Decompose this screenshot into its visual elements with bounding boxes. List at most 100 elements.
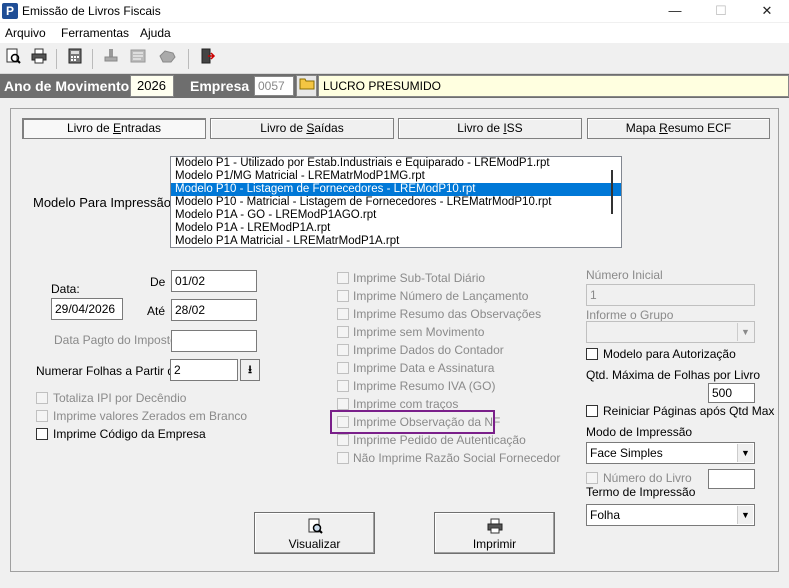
checkbox[interactable] — [337, 452, 349, 464]
middle-check-label: Imprime Resumo das Observações — [353, 307, 542, 321]
empresa-label: Empresa — [190, 78, 250, 94]
modelo-label: Modelo Para Impressão — [33, 195, 172, 210]
visualizar-label: Visualizar — [288, 537, 341, 551]
pagto-label: Data Pagto do Imposto — [54, 333, 177, 347]
middle-check-label: Imprime Pedido de Autenticação — [353, 433, 526, 447]
maximize-button[interactable]: ☐ — [698, 0, 744, 22]
chevron-down-icon: ▼ — [737, 444, 753, 462]
preview-icon — [255, 517, 374, 535]
checkbox[interactable] — [337, 290, 349, 302]
empresa-code-field[interactable]: 0057 — [254, 76, 294, 96]
list-item[interactable]: Modelo P1A - LREModP1A.rpt — [171, 222, 621, 235]
informe-grupo-label: Informe o Grupo — [586, 308, 674, 322]
middle-check-label: Imprime Resumo IVA (GO) — [353, 379, 496, 393]
de-label: De — [150, 275, 166, 289]
highlight-box — [330, 410, 495, 434]
minimize-button[interactable]: — — [652, 0, 698, 22]
numerar-label: Numerar Folhas a Partir de — [36, 364, 181, 378]
open-folder-icon[interactable] — [296, 75, 317, 97]
modelo-autorizacao-label: Modelo para Autorização — [603, 347, 736, 361]
middle-check-label: Não Imprime Razão Social Fornecedor — [353, 451, 561, 465]
zerados-branco-label: Imprime valores Zerados em Branco — [53, 409, 248, 423]
totaliza-ipi-label: Totaliza IPI por Decêndio — [53, 391, 187, 405]
middle-check-label: Imprime Data e Assinatura — [353, 361, 495, 375]
checkbox[interactable] — [337, 398, 349, 410]
tab-livro-iss[interactable]: Livro de ISS — [398, 118, 582, 139]
termo-impressao-select[interactable]: Folha ▼ — [586, 504, 755, 526]
middle-check-label: Imprime com traços — [353, 397, 459, 411]
visualizar-button[interactable]: Visualizar — [254, 512, 375, 554]
tab-livro-saidas[interactable]: Livro de Saídas — [210, 118, 394, 139]
list-item[interactable]: Modelo P1A - GO - LREModP1AGO.rpt — [171, 209, 621, 222]
list-item[interactable]: Modelo P1 - Utilizado por Estab.Industri… — [171, 157, 621, 170]
checkbox[interactable] — [337, 272, 349, 284]
checkbox[interactable] — [337, 434, 349, 446]
app-icon: P — [2, 3, 18, 19]
de-field[interactable]: 01/02 — [171, 270, 257, 292]
exit-door-icon[interactable] — [196, 47, 218, 69]
pagto-field[interactable] — [171, 330, 257, 352]
print-icon — [435, 517, 554, 535]
checkbox[interactable] — [586, 472, 598, 484]
tab-mapa-resumo-ecf[interactable]: Mapa Resumo ECF — [587, 118, 770, 139]
document-icon[interactable] — [128, 47, 150, 69]
ate-label: Até — [147, 304, 166, 318]
checkbox[interactable] — [36, 428, 48, 440]
ate-field[interactable]: 28/02 — [171, 299, 257, 321]
empresa-name-field: LUCRO PRESUMIDO — [318, 75, 789, 97]
data-label: Data: — [51, 282, 80, 296]
reiniciar-label: Reiniciar Páginas após Qtd Max — [603, 404, 775, 418]
modo-impressao-label: Modo de Impressão — [586, 425, 693, 439]
list-item-selected[interactable]: Modelo P10 - Listagem de Fornecedores - … — [171, 183, 621, 196]
checkbox[interactable] — [586, 405, 598, 417]
print-icon[interactable] — [28, 47, 50, 69]
checkbox[interactable] — [36, 392, 48, 404]
menu-ajuda[interactable]: Ajuda — [140, 26, 171, 40]
arrow-down-icon[interactable]: ⭳ — [240, 359, 260, 381]
menu-arquivo[interactable]: Arquivo — [5, 26, 46, 40]
list-item[interactable]: Modelo P10 - Matricial - Listagem de For… — [171, 196, 621, 209]
checkbox[interactable] — [586, 348, 598, 360]
middle-check-label: Imprime sem Movimento — [353, 325, 485, 339]
numero-livro-label: Número do Livro — [603, 471, 692, 485]
imprimir-label: Imprimir — [472, 537, 517, 551]
toolbar-separator — [56, 49, 57, 69]
termo-impressao-label: Termo de Impressão — [586, 485, 696, 499]
informe-grupo-select[interactable]: ▼ — [586, 321, 755, 343]
menu-ferramentas[interactable]: Ferramentas — [61, 26, 129, 40]
checkbox[interactable] — [337, 344, 349, 356]
checkbox[interactable] — [337, 380, 349, 392]
window-title: Emissão de Livros Fiscais — [22, 4, 161, 18]
tab-livro-entradas[interactable]: Livro de Entradas — [22, 118, 206, 139]
modelo-listbox[interactable]: Modelo P1 - Utilizado por Estab.Industri… — [170, 156, 622, 248]
modo-impressao-select[interactable]: Face Simples ▼ — [586, 442, 755, 464]
preview-icon[interactable] — [2, 47, 24, 69]
modo-impressao-value: Face Simples — [590, 446, 663, 460]
termo-impressao-value: Folha — [590, 508, 621, 522]
data-field[interactable]: 29/04/2026 — [51, 298, 123, 320]
numero-livro-field[interactable] — [708, 469, 755, 489]
checkbox[interactable] — [337, 308, 349, 320]
chevron-down-icon: ▼ — [737, 323, 753, 341]
checkbox[interactable] — [337, 362, 349, 374]
qtd-max-field[interactable]: 500 — [708, 383, 755, 403]
codigo-empresa-label: Imprime Código da Empresa — [53, 427, 206, 441]
imprimir-button[interactable]: Imprimir — [434, 512, 555, 554]
list-item[interactable]: Modelo P1/MG Matricial - LREMatrModP1MG.… — [171, 170, 621, 183]
close-button[interactable]: ✕ — [744, 0, 789, 22]
checkbox[interactable] — [36, 410, 48, 422]
checkbox[interactable] — [337, 326, 349, 338]
numerar-field[interactable]: 2 — [170, 359, 238, 381]
listbox-scrollbar[interactable] — [611, 170, 613, 214]
hand-icon[interactable] — [156, 47, 178, 69]
middle-check-label: Imprime Sub-Total Diário — [353, 271, 486, 285]
numero-inicial-field[interactable]: 1 — [586, 284, 755, 306]
numero-inicial-label: Número Inicial — [586, 268, 663, 282]
chevron-down-icon: ▼ — [737, 506, 753, 524]
list-item[interactable]: Modelo P1A Matricial - LREMatrModP1A.rpt — [171, 235, 621, 247]
calculator-icon[interactable] — [64, 47, 86, 69]
ano-field[interactable]: 2026 — [130, 75, 174, 97]
qtd-max-label: Qtd. Máxima de Folhas por Livro — [586, 368, 761, 382]
stamp-icon[interactable] — [100, 47, 122, 69]
toolbar-separator — [188, 49, 189, 69]
